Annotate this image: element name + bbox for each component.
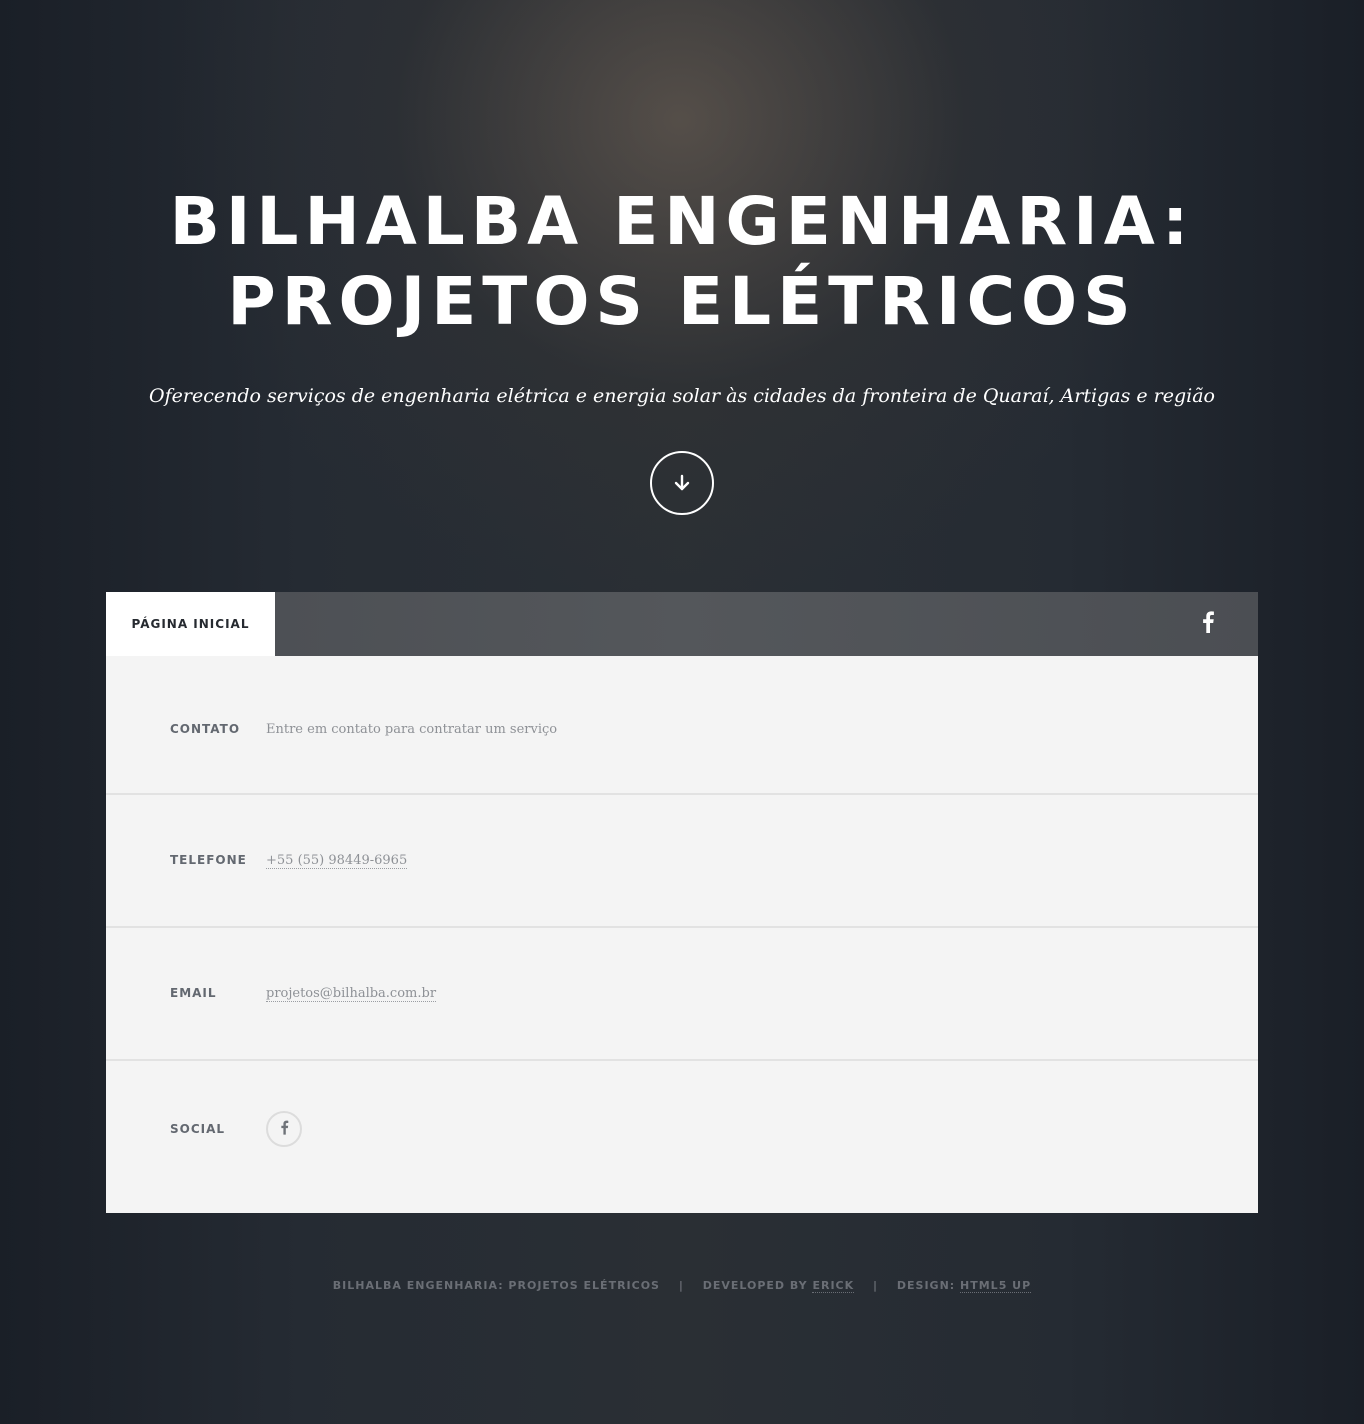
contact-label: CONTATO — [170, 722, 241, 736]
email-label: EMAIL — [170, 986, 217, 1000]
page-title-line-2: PROJETOS ELÉTRICOS — [227, 263, 1137, 340]
contact-row-social: SOCIAL — [106, 1061, 1258, 1213]
contact-row-telefone: TELEFONE +55 (55) 98449-6965 — [106, 795, 1258, 928]
facebook-icon — [280, 1120, 289, 1139]
footer-separator: | — [873, 1279, 879, 1292]
nav-tab-home[interactable]: PÁGINA INICIAL — [106, 592, 275, 656]
page-title-line-1: BILHALBA ENGENHARIA: — [169, 183, 1195, 260]
footer-brand: BILHALBA ENGENHARIA: PROJETOS ELÉTRICOS — [332, 1279, 660, 1292]
footer-separator: | — [678, 1279, 684, 1292]
nav-facebook-button[interactable] — [1194, 610, 1222, 638]
phone-link[interactable]: +55 (55) 98449-6965 — [266, 853, 408, 869]
footer: BILHALBA ENGENHARIA: PROJETOS ELÉTRICOS … — [0, 1276, 1364, 1296]
footer-design-label: DESIGN: — [896, 1279, 956, 1292]
arrow-down-icon — [672, 473, 692, 493]
social-facebook-button[interactable] — [266, 1111, 302, 1147]
footer-design-link[interactable]: HTML5 UP — [960, 1279, 1032, 1293]
email-value: projetos@bilhalba.com.br — [266, 986, 437, 1002]
contact-panel: CONTATO Entre em contato para contratar … — [106, 656, 1258, 1213]
contact-row-email: EMAIL projetos@bilhalba.com.br — [106, 928, 1258, 1061]
footer-developed-label: DEVELOPED BY — [702, 1279, 808, 1292]
email-link[interactable]: projetos@bilhalba.com.br — [266, 986, 437, 1002]
phone-value: +55 (55) 98449-6965 — [266, 853, 408, 869]
main-nav: PÁGINA INICIAL — [106, 592, 1258, 656]
facebook-icon — [1201, 611, 1215, 637]
scroll-down-button[interactable] — [650, 451, 714, 515]
footer-developer-link[interactable]: ERICK — [812, 1279, 855, 1293]
social-label: SOCIAL — [170, 1122, 226, 1136]
page-subtitle: Oferecendo serviços de engenharia elétri… — [149, 385, 1215, 407]
hero-section: BILHALBA ENGENHARIA: PROJETOS ELÉTRICOS … — [0, 0, 1364, 592]
phone-label: TELEFONE — [170, 853, 247, 867]
contact-description: Entre em contato para contratar um servi… — [266, 722, 558, 737]
page-title: BILHALBA ENGENHARIA: PROJETOS ELÉTRICOS — [0, 182, 1364, 342]
contact-row-contato: CONTATO Entre em contato para contratar … — [106, 656, 1258, 795]
